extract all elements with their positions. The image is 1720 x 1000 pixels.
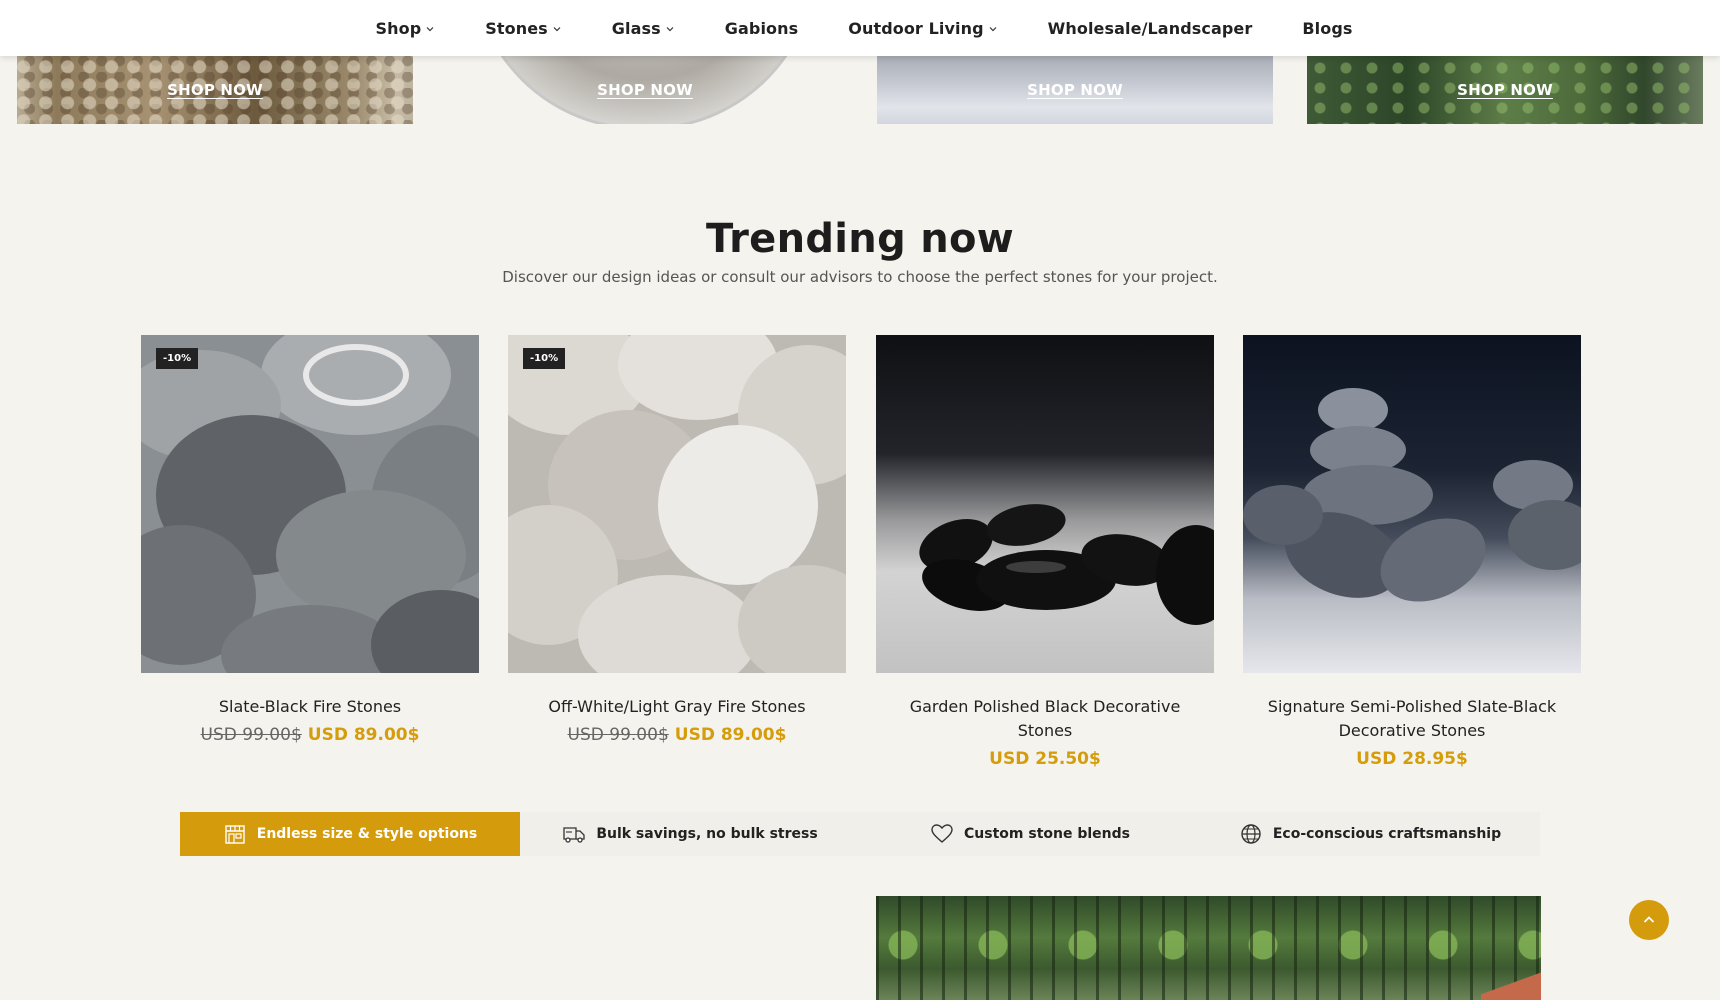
nav-item-label: Shop: [375, 18, 422, 38]
sale-price: USD 89.00$: [674, 725, 787, 745]
garden-promo-image: [876, 896, 1541, 1000]
product-image[interactable]: -10%: [141, 335, 479, 673]
globe-icon: [1241, 824, 1261, 844]
sale-price: USD 28.95$: [1356, 749, 1468, 769]
chevron-down-icon: [666, 27, 674, 32]
nav-item-glass[interactable]: Glass: [612, 19, 675, 38]
section-subtitle: Discover our design ideas or consult our…: [502, 268, 1218, 286]
product-image[interactable]: -10%: [508, 335, 846, 673]
product-card[interactable]: Signature Semi-Polished Slate-Black Deco…: [1243, 335, 1581, 769]
chevron-up-icon: [1643, 916, 1655, 923]
offwhite-stones-image: [508, 335, 846, 673]
feature-label: Custom stone blends: [964, 826, 1130, 842]
discount-badge: -10%: [156, 348, 199, 369]
chevron-down-icon: [553, 27, 561, 32]
product-price: USD 25.50$: [876, 749, 1214, 769]
discount-badge: -10%: [523, 348, 566, 369]
nav-item-label: Glass: [611, 18, 661, 38]
back-to-top-button[interactable]: [1629, 900, 1669, 940]
product-name[interactable]: Slate-Black Fire Stones: [141, 695, 479, 719]
feature-label: Endless size & style options: [256, 826, 478, 842]
nav-item-label: Wholesale/Landscaper: [1047, 18, 1253, 38]
shop-now-link[interactable]: SHOP NOW: [1457, 81, 1553, 99]
product-name[interactable]: Off-White/Light Gray Fire Stones: [508, 695, 846, 719]
banner-stone-bowl[interactable]: SHOP NOW: [447, 56, 843, 124]
nav-item-stones[interactable]: Stones: [485, 19, 562, 38]
nav-item-gabions[interactable]: Gabions: [725, 19, 798, 38]
slate-stones-image: [141, 335, 479, 673]
heart-icon: [931, 824, 953, 843]
product-price: USD 99.00$ USD 89.00$: [141, 725, 479, 745]
stacked-stones-image: [1243, 388, 1581, 602]
top-navigation: Shop Stones Glass Gabions Outdoor Living…: [0, 0, 1720, 56]
sale-price: USD 25.50$: [989, 749, 1101, 769]
nav-item-shop[interactable]: Shop: [376, 19, 436, 38]
product-name[interactable]: Signature Semi-Polished Slate-Black Deco…: [1243, 695, 1581, 743]
product-card[interactable]: -10% Off-White/Light Gray Fire Stones US…: [508, 335, 846, 745]
shop-now-link[interactable]: SHOP NOW: [1027, 81, 1123, 99]
chevron-down-icon: [426, 27, 434, 32]
product-image[interactable]: [876, 335, 1214, 673]
product-price: USD 28.95$: [1243, 749, 1581, 769]
nav-item-label: Gabions: [724, 18, 799, 38]
original-price: USD 99.00$: [567, 725, 669, 745]
nav-item-label: Stones: [485, 18, 548, 38]
nav-menu: Shop Stones Glass Gabions Outdoor Living…: [376, 19, 1353, 38]
banner-glass[interactable]: SHOP NOW: [877, 56, 1273, 124]
feature-label: Eco-conscious craftsmanship: [1272, 826, 1502, 842]
product-card[interactable]: -10% Slate-Black Fire Stones USD 99.00$ U…: [141, 335, 479, 745]
nav-item-wholesale[interactable]: Wholesale/Landscaper: [1048, 19, 1253, 38]
feature-tab-eco[interactable]: Eco-conscious craftsmanship: [1200, 812, 1540, 856]
feature-tab-size-options[interactable]: Endless size & style options: [180, 812, 520, 856]
nav-item-label: Blogs: [1302, 18, 1353, 38]
black-stones-image: [919, 504, 1214, 625]
storefront-icon: [225, 825, 245, 844]
feature-tab-bulk-savings[interactable]: Bulk savings, no bulk stress: [520, 812, 860, 856]
product-name[interactable]: Garden Polished Black Decorative Stones: [876, 695, 1214, 743]
shop-now-link[interactable]: SHOP NOW: [167, 81, 263, 99]
section-title: Trending now: [705, 216, 1015, 262]
category-banners: SHOP NOW SHOP NOW SHOP NOW SHOP NOW: [0, 56, 1720, 124]
banner-garden[interactable]: SHOP NOW: [1307, 56, 1703, 124]
chevron-down-icon: [989, 27, 997, 32]
product-card[interactable]: Garden Polished Black Decorative Stones …: [876, 335, 1214, 769]
feature-tab-custom-blends[interactable]: Custom stone blends: [860, 812, 1200, 856]
truck-icon: [563, 827, 585, 843]
original-price: USD 99.00$: [200, 725, 302, 745]
banner-stone-path[interactable]: SHOP NOW: [17, 56, 413, 124]
nav-item-label: Outdoor Living: [848, 18, 984, 38]
nav-item-outdoor-living[interactable]: Outdoor Living: [848, 19, 997, 38]
product-image[interactable]: [1243, 335, 1581, 673]
product-price: USD 99.00$ USD 89.00$: [508, 725, 846, 745]
feature-label: Bulk savings, no bulk stress: [596, 826, 818, 842]
feature-tabs: Endless size & style options Bulk saving…: [180, 812, 1540, 856]
shop-now-link[interactable]: SHOP NOW: [597, 81, 693, 99]
nav-item-blogs[interactable]: Blogs: [1302, 19, 1352, 38]
sale-price: USD 89.00$: [307, 725, 420, 745]
